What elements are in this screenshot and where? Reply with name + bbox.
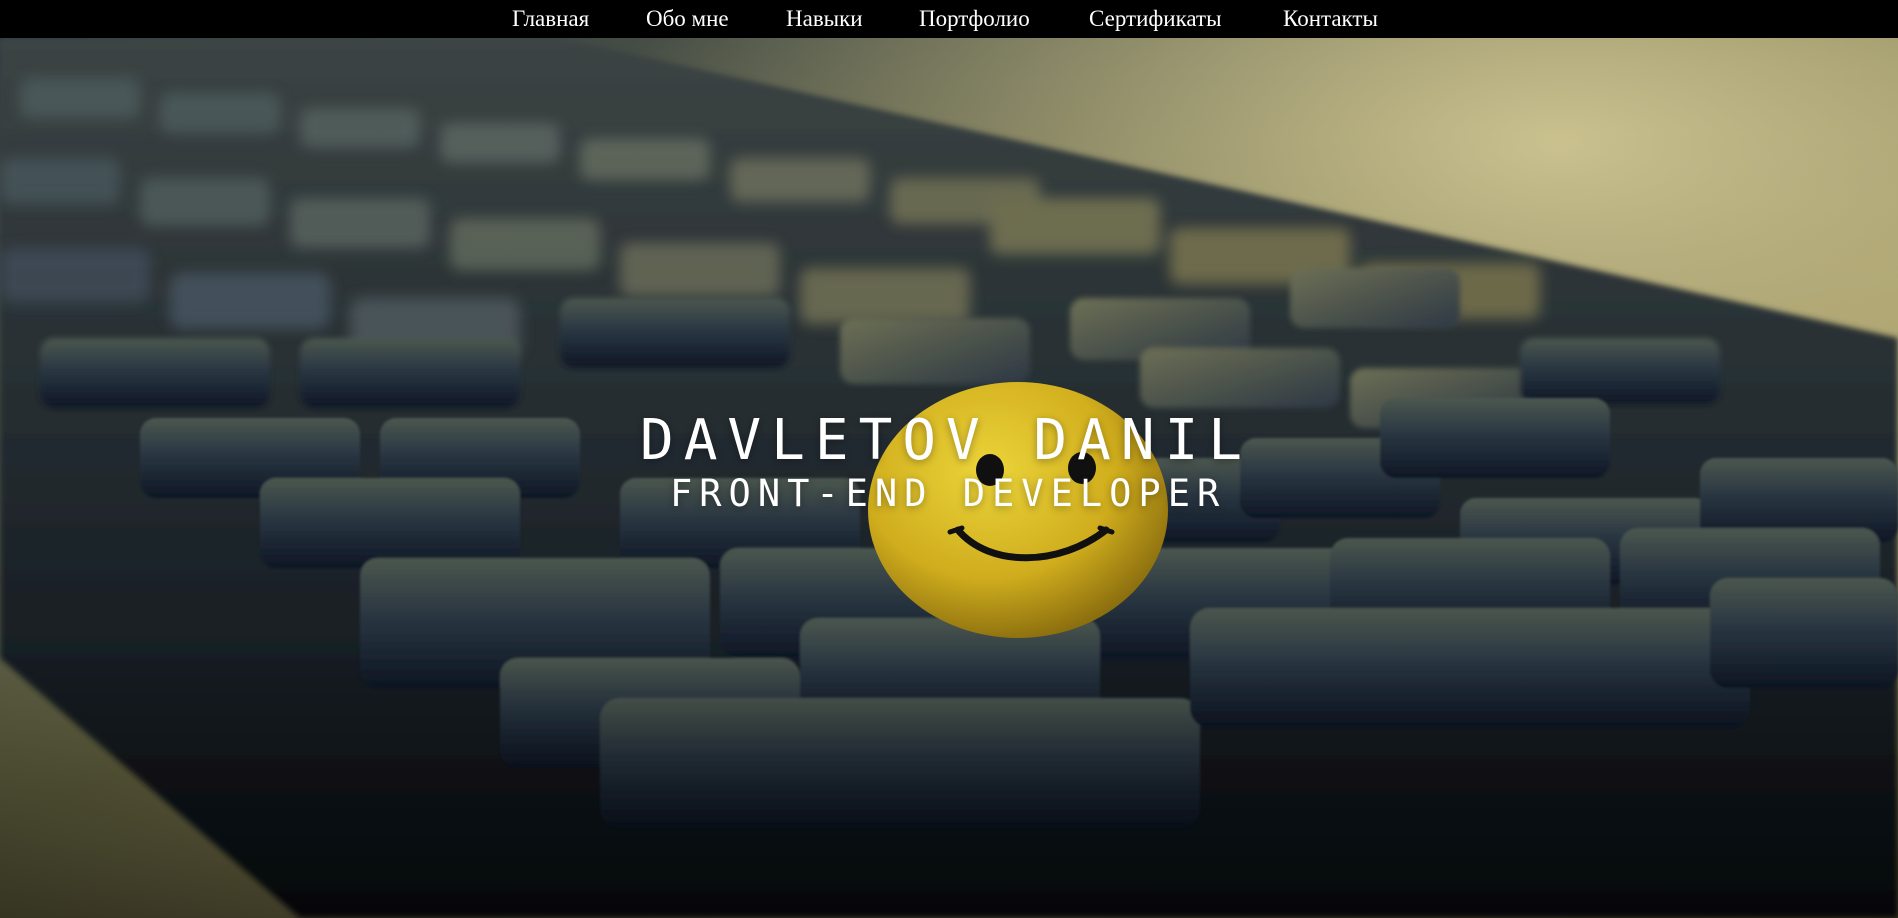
nav-link-about[interactable]: Обо мне xyxy=(646,4,729,34)
hero-section: DAVLETOV DANIL FRONT-END DEVELOPER xyxy=(0,38,1898,918)
hero-background-image xyxy=(0,38,1898,918)
nav-link-contacts[interactable]: Контакты xyxy=(1283,4,1378,34)
nav-link-home[interactable]: Главная xyxy=(512,4,589,34)
nav-list: Главная Обо мне Навыки Портфолио Сертифи… xyxy=(0,0,1898,38)
nav-link-portfolio[interactable]: Портфолио xyxy=(919,4,1030,34)
nav-link-certificates[interactable]: Сертификаты xyxy=(1089,4,1222,34)
top-navbar: Главная Обо мне Навыки Портфолио Сертифи… xyxy=(0,0,1898,38)
nav-link-skills[interactable]: Навыки xyxy=(786,4,863,34)
